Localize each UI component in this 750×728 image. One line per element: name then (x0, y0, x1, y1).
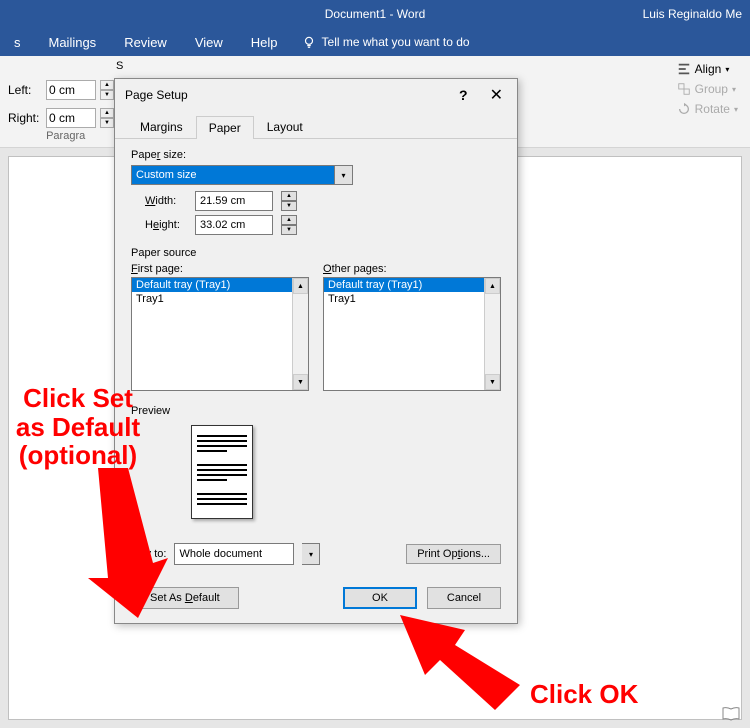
ribbon-tab-help[interactable]: Help (237, 28, 292, 56)
height-spinner[interactable]: ▲ ▼ (281, 215, 297, 235)
indent-right-spinner[interactable]: ▲ ▼ (100, 108, 114, 128)
arrange-group: Align ▾ Group ▾ Rotate ▾ (673, 60, 742, 118)
width-input[interactable] (195, 191, 273, 211)
spin-down-icon[interactable]: ▼ (281, 201, 297, 211)
indent-left-spinner[interactable]: ▲ ▼ (100, 80, 114, 100)
book-icon (722, 707, 740, 721)
spin-up-icon[interactable]: ▲ (100, 108, 114, 118)
close-button[interactable]: ✕ (486, 85, 507, 105)
ribbon-tab-partial[interactable]: s (0, 28, 35, 56)
group-button[interactable]: Group ▾ (673, 80, 742, 98)
apply-to-select[interactable]: Whole document (174, 543, 294, 565)
scroll-down-icon[interactable]: ▼ (293, 374, 308, 390)
scroll-up-icon[interactable]: ▲ (293, 278, 308, 294)
chevron-down-icon: ▾ (732, 85, 736, 94)
paper-size-select[interactable]: Custom size (131, 165, 335, 185)
chevron-down-icon: ▾ (734, 105, 738, 114)
indent-right-input[interactable] (46, 108, 96, 128)
list-item[interactable]: Default tray (Tray1) (324, 278, 500, 292)
list-item[interactable]: Default tray (Tray1) (132, 278, 308, 292)
arrow-icon (400, 615, 520, 710)
ribbon-tab-view[interactable]: View (181, 28, 237, 56)
dialog-tabs: Margins Paper Layout (115, 115, 517, 139)
status-bar (712, 703, 750, 728)
paper-source-label: Paper source (131, 247, 501, 259)
arrow-icon (58, 468, 168, 618)
ok-button[interactable]: OK (343, 587, 417, 609)
rotate-button[interactable]: Rotate ▾ (673, 100, 742, 118)
scroll-down-icon[interactable]: ▼ (485, 374, 500, 390)
word-title-bar: Document1 - Word Luis Reginaldo Me (0, 0, 750, 28)
spin-down-icon[interactable]: ▼ (281, 225, 297, 235)
paper-size-dropdown-arrow[interactable]: ▾ (335, 165, 353, 185)
spin-up-icon[interactable]: ▲ (281, 191, 297, 201)
tab-layout[interactable]: Layout (254, 115, 316, 138)
align-icon (677, 62, 691, 76)
indent-right-label: Right: (8, 111, 42, 125)
paragraph-group-label: Paragra (8, 130, 123, 144)
height-input[interactable] (195, 215, 273, 235)
annotation-click-ok: Click OK (530, 680, 638, 709)
spin-down-icon[interactable]: ▼ (100, 90, 114, 100)
preview-thumbnail (191, 425, 253, 519)
scrollbar[interactable]: ▲ ▼ (292, 278, 308, 390)
page-setup-dialog: Page Setup ? ✕ Margins Paper Layout Pape… (114, 78, 518, 624)
user-name: Luis Reginaldo Me (643, 7, 742, 21)
tab-paper[interactable]: Paper (196, 116, 254, 139)
chevron-down-icon: ▾ (725, 65, 729, 74)
rotate-icon (677, 102, 691, 116)
spin-up-icon[interactable]: ▲ (281, 215, 297, 225)
list-item[interactable]: Tray1 (132, 292, 308, 306)
dialog-titlebar: Page Setup ? ✕ (115, 79, 517, 111)
first-page-label: First page: (131, 263, 309, 275)
height-label: Height: (145, 219, 187, 231)
indent-left-label: Left: (8, 83, 42, 97)
width-spinner[interactable]: ▲ ▼ (281, 191, 297, 211)
paper-size-label: Paper size: (131, 149, 501, 161)
spin-down-icon[interactable]: ▼ (100, 118, 114, 128)
list-item[interactable]: Tray1 (324, 292, 500, 306)
other-pages-label: Other pages: (323, 263, 501, 275)
indent-left-input[interactable] (46, 80, 96, 100)
spin-up-icon[interactable]: ▲ (100, 80, 114, 90)
spacing-header-partial: S (116, 60, 123, 72)
align-button[interactable]: Align ▾ (673, 60, 742, 78)
ribbon-tab-mailings[interactable]: Mailings (35, 28, 111, 56)
scroll-up-icon[interactable]: ▲ (485, 278, 500, 294)
cancel-button[interactable]: Cancel (427, 587, 501, 609)
document-title: Document1 - Word (325, 7, 425, 21)
scrollbar[interactable]: ▲ ▼ (484, 278, 500, 390)
first-page-listbox[interactable]: Default tray (Tray1) Tray1 ▲ ▼ (131, 277, 309, 391)
preview-label: Preview (131, 405, 501, 417)
tab-margins[interactable]: Margins (127, 115, 196, 138)
help-button[interactable]: ? (459, 87, 468, 103)
ribbon-tab-review[interactable]: Review (110, 28, 181, 56)
annotation-set-default: Click Set as Default (optional) (8, 384, 148, 470)
ribbon-tabs: s Mailings Review View Help Tell me what… (0, 28, 750, 56)
tell-me-search[interactable]: Tell me what you want to do (292, 35, 470, 49)
apply-to-dropdown-arrow[interactable]: ▾ (302, 543, 320, 565)
other-pages-listbox[interactable]: Default tray (Tray1) Tray1 ▲ ▼ (323, 277, 501, 391)
width-label: Width: (145, 195, 187, 207)
dialog-title-text: Page Setup (125, 88, 188, 102)
paragraph-group: S Left: ▲ ▼ Right: ▲ ▼ Paragra (8, 60, 123, 143)
group-icon (677, 82, 691, 96)
lightbulb-icon (302, 35, 316, 49)
print-options-button[interactable]: Print Options... (406, 544, 501, 564)
